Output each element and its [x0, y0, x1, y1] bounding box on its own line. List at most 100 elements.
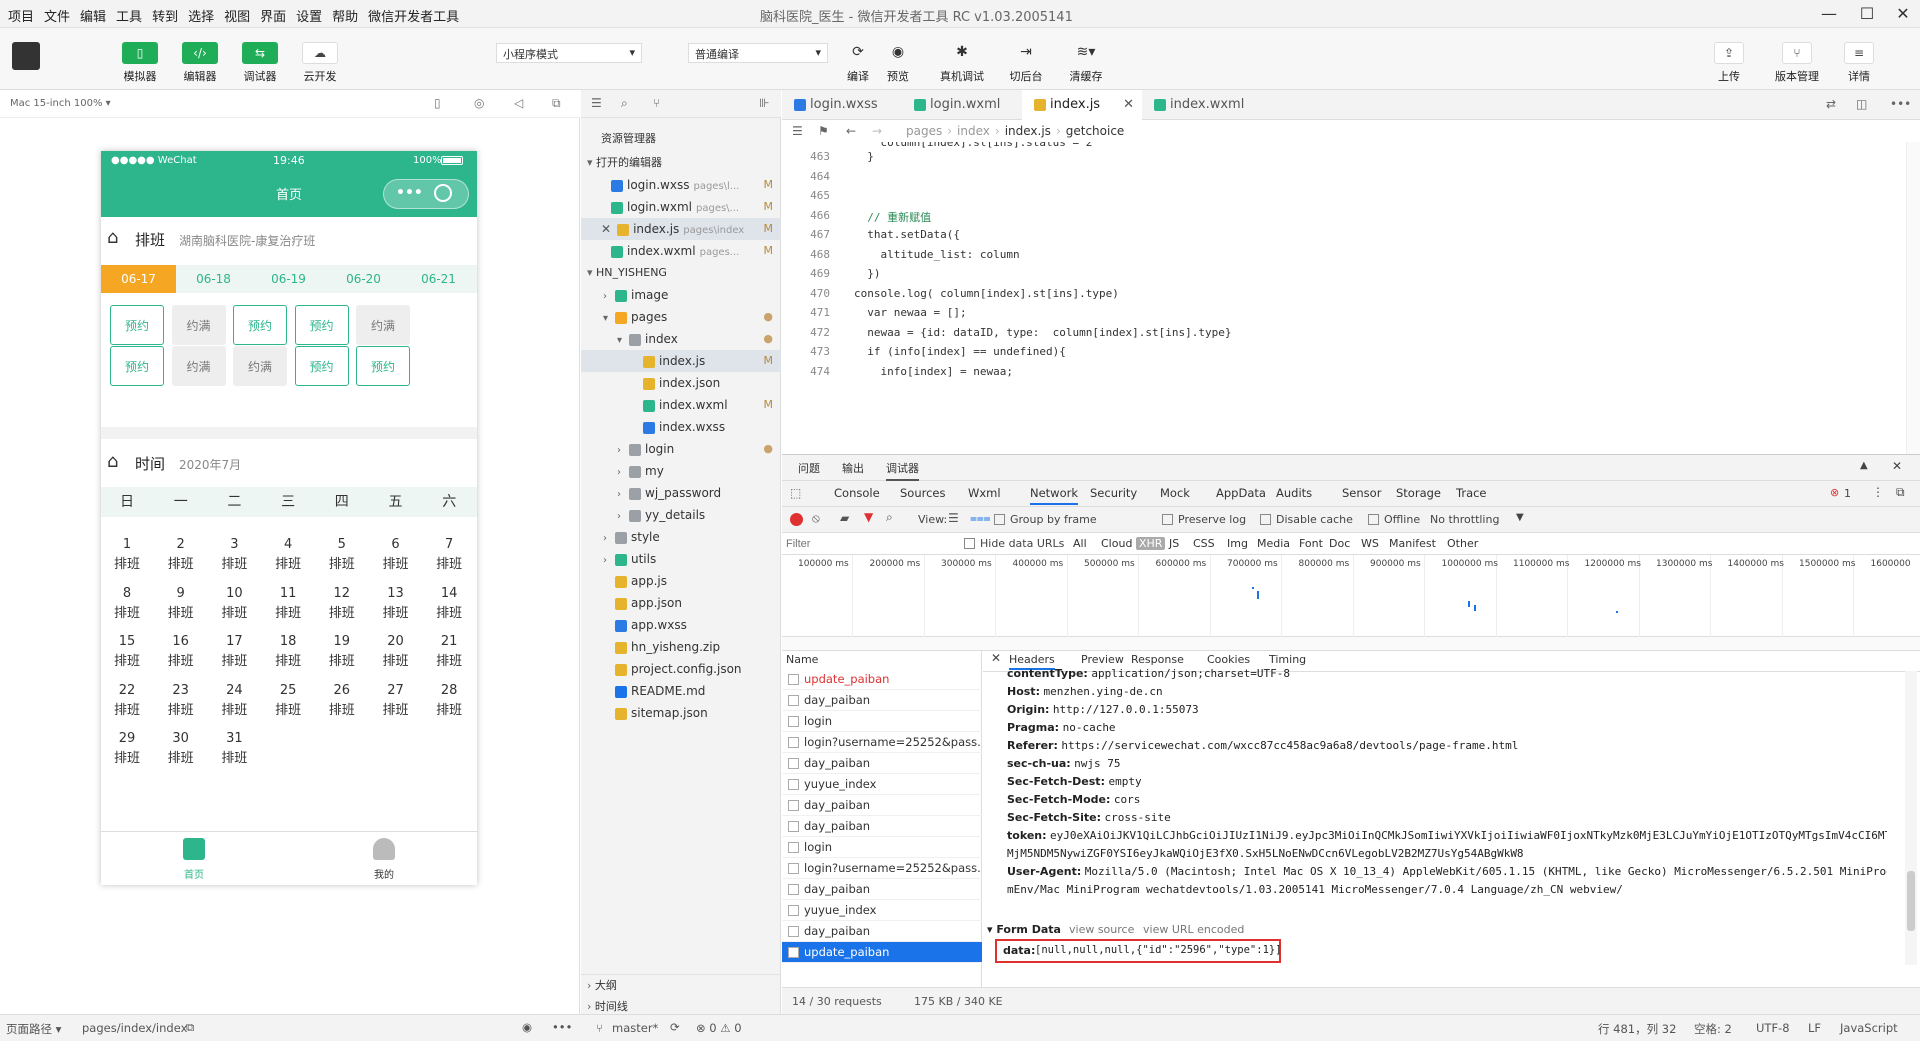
cache-checkbox[interactable]	[1260, 514, 1271, 525]
detail-scrollbar[interactable]	[1905, 671, 1917, 965]
clear-icon[interactable]: ⦸	[812, 511, 820, 526]
preview-icon[interactable]: ◉	[886, 41, 910, 63]
list-icon[interactable]: ☰	[792, 120, 803, 142]
code-line[interactable]: altitude_list: column	[854, 248, 1019, 261]
encoding[interactable]: UTF-8	[1756, 1021, 1790, 1035]
page-path-select[interactable]: 页面路径 ▾	[6, 1021, 61, 1037]
request-row[interactable]: login	[782, 711, 982, 732]
open-editor-item[interactable]: login.wxss pages\l... M	[581, 174, 781, 196]
form-data-title[interactable]: ▾ Form Data	[987, 923, 1061, 936]
home-tab-icon[interactable]	[183, 838, 205, 860]
editor-button[interactable]: ‹/›	[182, 42, 218, 64]
error-icon[interactable]: ⊗	[1830, 486, 1839, 499]
close-miniprogram-icon[interactable]	[434, 184, 452, 202]
calendar-day[interactable]: 31 排班	[208, 729, 260, 769]
avatar[interactable]	[12, 42, 40, 70]
calendar-day[interactable]: 10 排班	[208, 584, 260, 624]
menu-item[interactable]: 转到	[152, 6, 178, 25]
request-row[interactable]: day_paiban	[782, 753, 982, 774]
language-mode[interactable]: JavaScript	[1840, 1021, 1898, 1035]
simulator-button[interactable]: ▯	[122, 42, 158, 64]
hide-data-urls-checkbox[interactable]	[964, 538, 975, 549]
request-row[interactable]: day_paiban	[782, 795, 982, 816]
tree-file[interactable]: sitemap.json	[581, 702, 781, 724]
calendar-day[interactable]: 21 排班	[423, 632, 475, 672]
editor-tab[interactable]: login.wxss	[782, 90, 900, 120]
type-filter[interactable]: CSS	[1190, 537, 1218, 550]
type-filter[interactable]: Manifest	[1386, 537, 1439, 550]
devtools-tab[interactable]: Trace	[1456, 486, 1487, 500]
slot-button[interactable]: 约满	[356, 305, 410, 345]
tree-file[interactable]: app.js	[581, 570, 781, 592]
close-tab-icon[interactable]: ✕	[1123, 90, 1134, 120]
maximize-icon[interactable]: ☐	[1852, 2, 1882, 26]
request-row[interactable]: update_paiban	[782, 669, 982, 690]
menu-item[interactable]: 工具	[116, 6, 142, 25]
view-source-link[interactable]: view source	[1069, 923, 1134, 936]
outline-header[interactable]: › 大纲	[581, 974, 781, 996]
git-branch-icon[interactable]: ⑂	[596, 1021, 603, 1035]
close-panel-icon[interactable]: ✕	[1892, 459, 1902, 473]
calendar-day[interactable]: 7 排班	[423, 535, 475, 575]
problems-count[interactable]: ⊗ 0 ⚠ 0	[696, 1021, 742, 1035]
kebab-icon[interactable]: ⋮	[1872, 485, 1884, 499]
search-icon[interactable]: ⌕	[621, 96, 628, 111]
date-tab[interactable]: 06-17	[101, 265, 176, 293]
calendar-day[interactable]: 17 排班	[208, 632, 260, 672]
cursor-position[interactable]: 行 481，列 32	[1598, 1021, 1676, 1037]
detail-tab[interactable]: Preview	[1081, 653, 1124, 666]
tree-folder[interactable]: ▾ pages ●	[581, 306, 781, 328]
close-icon[interactable]: ✕	[601, 222, 611, 236]
code-line[interactable]: var newaa = [];	[854, 306, 966, 319]
devtools-tab[interactable]: AppData	[1216, 486, 1266, 500]
offline-checkbox[interactable]	[1368, 514, 1379, 525]
calendar-day[interactable]: 24 排班	[208, 681, 260, 721]
tree-file[interactable]: hn_yisheng.zip	[581, 636, 781, 658]
bookmark-icon[interactable]: ⚑	[818, 120, 829, 142]
tree-file[interactable]: app.json	[581, 592, 781, 614]
tree-file[interactable]: index.wxss	[581, 416, 781, 438]
view-url-encoded-link[interactable]: view URL encoded	[1143, 923, 1244, 936]
bug-icon[interactable]: ✱	[950, 41, 974, 63]
code-editor[interactable]: column[index].st[ins].status = 2 463 } 46…	[782, 142, 1920, 454]
code-line[interactable]: newaa = {id: dataID, type: column[index]…	[854, 326, 1231, 339]
slot-button[interactable]: 约满	[171, 346, 226, 386]
more-icon[interactable]: •••	[396, 185, 423, 201]
tree-file[interactable]: README.md	[581, 680, 781, 702]
request-row[interactable]: yuyue_index	[782, 774, 982, 795]
slot-button[interactable]: 预约	[110, 346, 164, 386]
type-filter[interactable]: Doc	[1326, 537, 1353, 550]
menu-item[interactable]: 文件	[44, 6, 70, 25]
calendar-day[interactable]: 26 排班	[316, 681, 368, 721]
menu-item[interactable]: 项目	[8, 6, 34, 25]
record-icon[interactable]	[790, 513, 803, 526]
breadcrumb-item[interactable]: index	[957, 124, 990, 138]
split-editor-icon[interactable]: ◫	[1856, 97, 1867, 111]
menu-item[interactable]: 界面	[260, 6, 286, 25]
type-filter[interactable]: WS	[1358, 537, 1382, 550]
calendar-day[interactable]: 11 排班	[262, 584, 314, 624]
slot-button[interactable]: 预约	[294, 305, 349, 345]
switch-background-icon[interactable]: ⇥	[1014, 41, 1038, 63]
group-checkbox[interactable]	[994, 514, 1005, 525]
debugger-button[interactable]: ⇆	[242, 42, 278, 64]
request-row[interactable]: day_paiban	[782, 879, 982, 900]
code-line[interactable]: that.setData({	[854, 228, 960, 241]
tree-folder[interactable]: › image	[581, 284, 781, 306]
slot-button[interactable]: 预约	[356, 346, 410, 386]
record-icon[interactable]: ◎	[474, 96, 484, 110]
devtools-tab[interactable]: Network	[1030, 486, 1079, 505]
calendar-day[interactable]: 30 排班	[155, 729, 207, 769]
close-icon[interactable]: ✕	[1888, 2, 1918, 26]
search-icon[interactable]: ⌕	[886, 510, 893, 525]
calendar-day[interactable]: 25 排班	[262, 681, 314, 721]
calendar-day[interactable]: 29 排班	[101, 729, 153, 769]
calendar-day[interactable]: 15 排班	[101, 632, 153, 672]
devtools-tab[interactable]: Storage	[1396, 486, 1441, 500]
menu-item[interactable]: 设置	[296, 6, 322, 25]
type-filter[interactable]: All	[1070, 537, 1090, 550]
copy-icon[interactable]: ⧉	[186, 1020, 194, 1035]
calendar-day[interactable]: 23 排班	[155, 681, 207, 721]
calendar-day[interactable]: 16 排班	[155, 632, 207, 672]
menu-item[interactable]: 视图	[224, 6, 250, 25]
